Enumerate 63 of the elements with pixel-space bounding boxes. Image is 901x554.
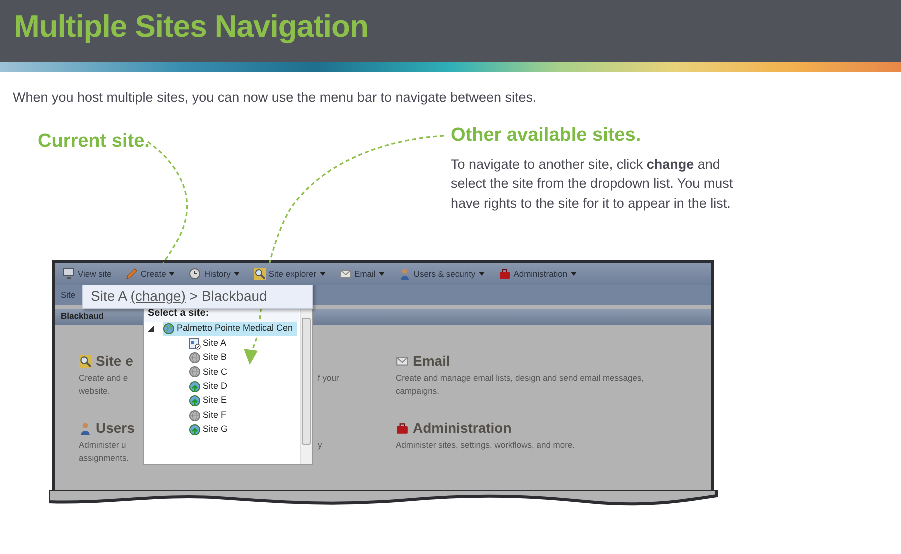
card-text: website. <box>79 385 110 398</box>
tree-node[interactable]: Site F <box>144 408 284 423</box>
tree-node[interactable]: Site B <box>144 350 284 366</box>
menu-item[interactable]: History <box>189 268 240 280</box>
tree-node[interactable]: Site E <box>144 394 284 408</box>
caret-icon <box>234 272 240 276</box>
breadcrumb-separator: > <box>190 288 198 304</box>
tree-node[interactable]: Site D <box>144 380 284 394</box>
collapse-icon[interactable] <box>147 325 155 334</box>
tree-node[interactable]: Site A <box>144 336 284 351</box>
globe-icon <box>189 366 201 378</box>
envelope-icon <box>340 268 352 280</box>
page-header: Blackbaud <box>61 311 104 321</box>
card-title-text: Site e <box>96 352 134 371</box>
current-site: Site A <box>91 288 127 304</box>
card-text: Create and e <box>79 372 128 385</box>
card-title-text: Users <box>96 419 135 438</box>
leader-line <box>244 338 258 365</box>
card-title-text: Email <box>413 352 450 371</box>
callout-title: Current site. <box>38 130 150 154</box>
caret-icon <box>478 272 485 276</box>
pencil-icon <box>126 268 138 280</box>
caret-icon <box>378 272 385 276</box>
card-text: Administer sites, settings, workflows, and more. <box>396 439 576 452</box>
globe-icon <box>189 352 201 364</box>
menu-item[interactable]: Site explorer <box>254 268 326 280</box>
caret-icon <box>570 272 577 276</box>
globe-icon <box>189 410 201 422</box>
magnifier-icon <box>79 355 92 368</box>
monitor-icon <box>63 268 75 280</box>
clock-icon <box>189 268 202 280</box>
page-title: Multiple Sites Navigation <box>14 8 370 46</box>
card-text: campaigns. <box>396 385 440 398</box>
card-text: Create and manage email lists, design and send email messages, <box>396 372 644 385</box>
intro-text: When you host multiple sites, you can now use the menu bar to navigate between sites. <box>13 89 538 107</box>
toolbox-icon <box>396 422 409 435</box>
caret-icon <box>320 272 326 276</box>
scrollbar-thumb[interactable] <box>302 318 311 445</box>
callout-text: To navigate to another site, click change and select the site from the dropdown list. You must have rights to the site for it to appear in the list. <box>451 156 734 213</box>
breadcrumb-root: Blackbaud <box>202 288 268 304</box>
globe-icon <box>163 323 175 336</box>
card-text: f your <box>318 372 340 385</box>
menu-item[interactable]: View site <box>63 268 112 280</box>
menu-item[interactable]: Email <box>340 268 385 280</box>
card-title-text: Administration <box>413 419 512 438</box>
envelope-icon <box>396 355 409 368</box>
breadcrumb-label: Site <box>61 290 76 300</box>
menu-item[interactable]: Administration <box>498 268 577 280</box>
magnifier-icon <box>254 268 266 280</box>
person-icon <box>79 422 92 435</box>
change-link[interactable]: (change) <box>130 288 186 304</box>
card-text: y <box>318 439 322 452</box>
card-text: Administer u <box>79 439 126 452</box>
tree-node[interactable]: Site C <box>144 365 284 380</box>
caret-icon <box>169 272 176 276</box>
menu-item[interactable]: Create <box>126 268 176 280</box>
toolbox-icon <box>498 268 511 280</box>
callout-title: Other available sites. <box>451 124 642 148</box>
person-icon <box>398 268 411 280</box>
card-text: assignments. <box>79 452 130 465</box>
menu-item[interactable]: Users & security <box>398 268 485 280</box>
tree-node[interactable]: Site G <box>144 422 284 438</box>
page-check-icon <box>189 338 201 350</box>
